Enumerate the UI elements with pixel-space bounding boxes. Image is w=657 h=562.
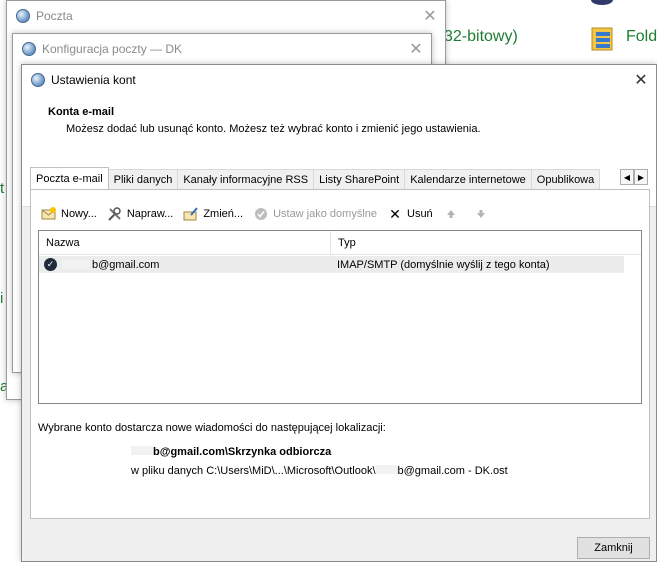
remove-icon: ✕ xyxy=(389,205,401,222)
dialog-title: Ustawienia kont xyxy=(51,73,136,87)
mail-app-icon xyxy=(16,9,30,23)
account-settings-dialog[interactable]: Ustawienia kont ✕ Konta e-mail Możesz do… xyxy=(21,64,657,562)
redacted-text xyxy=(375,465,398,474)
list-header: Nazwa Typ xyxy=(39,231,641,255)
remove-button[interactable]: ✕ Usuń xyxy=(387,206,433,222)
mail-app-icon xyxy=(22,42,36,56)
set-default-button[interactable]: Ustaw jako domyślne xyxy=(253,206,377,222)
toolbar: Nowy... Napraw... Zmień... Ustaw jako do… xyxy=(41,204,503,224)
column-header-type[interactable]: Typ xyxy=(331,231,641,254)
tab-published[interactable]: Opublikowa xyxy=(530,169,601,189)
background-folder-label: Fold xyxy=(626,28,657,45)
move-up-button[interactable] xyxy=(443,206,463,222)
close-icon[interactable]: ✕ xyxy=(415,1,445,31)
email-tab-panel: Nowy... Napraw... Zmień... Ustaw jako do… xyxy=(30,189,650,519)
background-top-icon xyxy=(591,0,613,5)
column-header-name[interactable]: Nazwa xyxy=(39,231,331,254)
close-button[interactable]: Zamknij xyxy=(577,537,650,559)
close-icon[interactable]: ✕ xyxy=(626,65,656,95)
window-title: Poczta xyxy=(36,9,73,23)
change-icon xyxy=(183,206,199,222)
account-name: b@gmail.com xyxy=(92,258,160,271)
tab-strip: Poczta e-mail Pliki danych Kanały inform… xyxy=(30,167,648,189)
subheading: Możesz dodać lub usunąć konto. Możesz te… xyxy=(66,123,481,135)
close-icon[interactable]: ✕ xyxy=(401,34,431,64)
scroll-left-icon[interactable]: ◀ xyxy=(620,169,634,185)
background-edge-char: i xyxy=(0,290,4,307)
window-title: Konfiguracja poczty — DK xyxy=(42,42,183,56)
tab-internet-calendars[interactable]: Kalendarze internetowe xyxy=(404,169,532,189)
new-button[interactable]: Nowy... xyxy=(41,206,97,222)
tab-scroll: ◀ ▶ xyxy=(620,169,648,185)
delivery-info-label: Wybrane konto dostarcza nowe wiadomości … xyxy=(38,422,386,434)
tab-email[interactable]: Poczta e-mail xyxy=(30,167,109,189)
default-account-icon: ✓ xyxy=(44,258,57,271)
arrow-down-icon xyxy=(473,206,489,222)
accounts-list[interactable]: Nazwa Typ ✓ b@gmail.com IMAP/SMTP (domyś… xyxy=(38,230,642,404)
scroll-right-icon[interactable]: ▶ xyxy=(634,169,648,185)
tab-sharepoint[interactable]: Listy SharePoint xyxy=(313,169,406,189)
account-type: IMAP/SMTP (domyślnie wyślij z tego konta… xyxy=(337,258,550,271)
redacted-text xyxy=(131,446,153,455)
repair-icon xyxy=(107,206,123,222)
change-button[interactable]: Zmień... xyxy=(183,206,243,222)
move-down-button[interactable] xyxy=(473,206,493,222)
redacted-text xyxy=(62,260,90,269)
tab-rss[interactable]: Kanały informacyjne RSS xyxy=(177,169,315,189)
repair-button[interactable]: Napraw... xyxy=(107,206,173,222)
tab-data-files[interactable]: Pliki danych xyxy=(107,169,179,189)
arrow-up-icon xyxy=(443,206,459,222)
new-account-icon xyxy=(41,206,57,222)
background-edge-char: t xyxy=(0,180,5,197)
table-row[interactable]: ✓ b@gmail.com IMAP/SMTP (domyślnie wyśli… xyxy=(39,256,624,273)
delivery-folder: b@gmail.com\Skrzynka odbiorcza xyxy=(131,446,331,458)
check-circle-icon xyxy=(253,206,269,222)
delivery-path: w pliku danych C:\Users\MiD\...\Microsof… xyxy=(131,465,508,477)
folder-icon xyxy=(591,27,613,51)
mail-app-icon xyxy=(31,73,45,87)
heading: Konta e-mail xyxy=(48,106,115,118)
